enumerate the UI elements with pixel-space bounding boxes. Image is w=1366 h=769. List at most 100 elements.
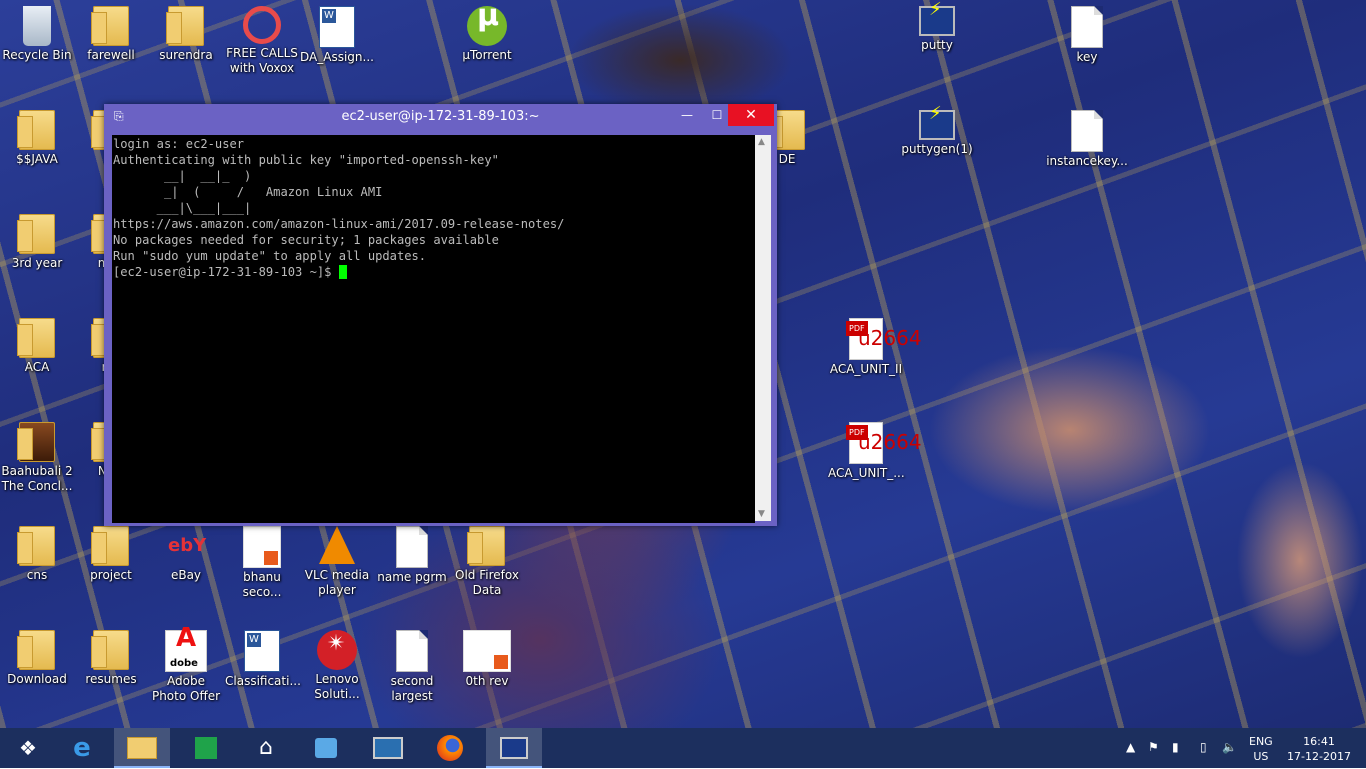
folder-icon: [166, 6, 204, 46]
desktop-icon-download[interactable]: Download: [0, 624, 74, 687]
scroll-down-arrow-icon[interactable]: ▼: [758, 509, 765, 519]
show-hidden-icons-chevron-icon[interactable]: ▲: [1126, 740, 1135, 754]
desktop-icon-name-pgrm[interactable]: name pgrm: [375, 520, 449, 585]
vlc-cone-icon: [319, 526, 355, 564]
desktop-icon-second-largest[interactable]: second largest: [375, 624, 449, 704]
language-code: ENG: [1249, 735, 1273, 748]
network-signal-icon[interactable]: ▮: [1172, 740, 1179, 754]
desktop[interactable]: Recycle Bin $$JAVA 3rd year ACA Baahubal…: [0, 0, 1366, 728]
icon-label: instancekey...: [1046, 154, 1128, 168]
window-titlebar[interactable]: ⎘ ec2-user@ip-172-31-89-103:~ — ☐ ✕: [104, 104, 777, 130]
taskbar-internet-explorer[interactable]: e: [54, 728, 110, 768]
desktop-icon-project[interactable]: project: [74, 520, 148, 583]
icon-label: ACA_UNIT_...: [828, 466, 905, 480]
desktop-icon-aca[interactable]: ACA: [0, 312, 74, 375]
voxox-icon: [243, 6, 281, 44]
desktop-icon-classification[interactable]: Classificati...: [225, 624, 301, 689]
desktop-icon-utorrent[interactable]: µTorrent: [450, 0, 524, 63]
taskbar-firefox[interactable]: [422, 728, 478, 768]
desktop-icon-free-calls-voxox[interactable]: FREE CALLS with Voxox: [225, 0, 299, 76]
minimize-button[interactable]: —: [670, 104, 704, 126]
desktop-icon-putty[interactable]: putty: [900, 0, 974, 53]
icon-label: project: [90, 568, 132, 582]
firefox-icon: [437, 735, 463, 761]
icon-label: µTorrent: [462, 48, 512, 62]
icon-label: name pgrm: [377, 570, 447, 584]
desktop-icon-da-assign[interactable]: DA_Assign...: [300, 0, 374, 65]
icon-label: VLC media player: [304, 568, 370, 597]
adobe-wordmark: dobe: [170, 658, 198, 669]
folder-icon: [91, 526, 129, 566]
desktop-icon-baahubali[interactable]: Baahubali 2 The Concl...: [0, 416, 74, 494]
input-language-indicator[interactable]: ENG US: [1249, 734, 1273, 764]
close-button[interactable]: ✕: [728, 104, 774, 126]
puttygen-icon: [919, 106, 955, 140]
folder-icon: [17, 526, 55, 566]
taskbar-lenovo-monitor[interactable]: [360, 728, 416, 768]
console-line: ___|\___|___|: [113, 201, 252, 215]
ebay-icon: ebY: [168, 535, 207, 556]
taskbar-putty[interactable]: [486, 728, 542, 768]
desktop-icon-instancekey[interactable]: instancekey...: [1044, 104, 1130, 169]
volume-icon[interactable]: 🔈: [1222, 740, 1237, 754]
desktop-icon-adobe-photo-offer[interactable]: dobe Adobe Photo Offer: [149, 624, 223, 704]
icon-label: Classificati...: [225, 674, 301, 688]
folder-icon: [17, 630, 55, 670]
icon-label: farewell: [87, 48, 135, 62]
icon-label: second largest: [390, 674, 434, 703]
pdf-icon: [846, 422, 922, 464]
desktop-icon-aca-unit-dots[interactable]: ACA_UNIT_...: [828, 416, 922, 481]
system-clock[interactable]: 16:41 17-12-2017: [1284, 734, 1354, 764]
desktop-icon-3rd-year[interactable]: 3rd year: [0, 208, 74, 271]
battery-icon[interactable]: ▯: [1200, 740, 1207, 754]
folder-icon: [91, 630, 129, 670]
console-line: __| __|_ ): [113, 169, 252, 183]
desktop-icon-bhanu[interactable]: bhanu seco...: [225, 520, 299, 600]
desktop-icon-cns[interactable]: cns: [0, 520, 74, 583]
desktop-icon-0th-rev[interactable]: 0th rev: [450, 624, 524, 689]
taskbar: ❖ e ⌂ ▲ ⚑ ▮ ▯ 🔈 ENG US 16:41 17-12-2017: [0, 728, 1366, 768]
document-thumbnail-icon: [243, 526, 281, 568]
internet-explorer-icon: e: [73, 733, 91, 763]
start-button[interactable]: ❖: [0, 728, 56, 768]
icon-label: ACA_UNIT_II: [829, 362, 903, 376]
desktop-icon-resumes[interactable]: resumes: [74, 624, 148, 687]
recycle-bin-icon: [23, 6, 51, 46]
file-icon: [1071, 110, 1103, 152]
desktop-icon-vlc[interactable]: VLC media player: [300, 520, 374, 598]
icon-label: ACA: [24, 360, 50, 374]
icon-label: FREE CALLS with Voxox: [226, 46, 298, 75]
console-line: Authenticating with public key "imported…: [113, 153, 499, 167]
icon-label: cns: [26, 568, 48, 582]
folder-icon: [17, 110, 55, 150]
file-explorer-icon: [127, 737, 157, 759]
taskbar-store[interactable]: [178, 728, 234, 768]
desktop-icon-aca-unit-ii[interactable]: ACA_UNIT_II: [828, 312, 922, 377]
desktop-icon-farewell[interactable]: farewell: [74, 0, 148, 63]
console-line: Run "sudo yum update" to apply all updat…: [113, 249, 427, 263]
terminal-console[interactable]: login as: ec2-user Authenticating with pu…: [112, 135, 755, 523]
text-cursor: [338, 265, 347, 279]
desktop-icon-old-firefox-data[interactable]: Old Firefox Data: [450, 520, 524, 598]
taskbar-home[interactable]: ⌂: [238, 728, 294, 768]
desktop-icon-recycle-bin[interactable]: Recycle Bin: [0, 0, 74, 63]
word-document-icon: [319, 6, 355, 48]
taskbar-file-explorer[interactable]: [114, 728, 170, 768]
desktop-icon-key[interactable]: key: [1050, 0, 1124, 65]
desktop-icon-sjava[interactable]: $$JAVA: [0, 104, 74, 167]
icon-label: $$JAVA: [16, 152, 58, 166]
desktop-icon-surendra[interactable]: surendra: [149, 0, 223, 63]
desktop-icon-puttygen[interactable]: puttygen(1): [900, 104, 974, 157]
taskbar-shopping[interactable]: [298, 728, 354, 768]
folder-icon: [17, 318, 55, 358]
putty-window[interactable]: ⎘ ec2-user@ip-172-31-89-103:~ — ☐ ✕ logi…: [104, 104, 777, 526]
icon-label: Adobe Photo Offer: [151, 674, 221, 703]
desktop-icon-lenovo[interactable]: Lenovo Soluti...: [300, 624, 374, 702]
console-line: _| ( / Amazon Linux AMI: [113, 185, 383, 199]
vertical-scrollbar[interactable]: ▲ ▼: [755, 135, 771, 521]
action-center-flag-icon[interactable]: ⚑: [1148, 740, 1159, 754]
utorrent-icon: [467, 6, 507, 46]
desktop-icon-ebay[interactable]: ebY eBay: [149, 520, 223, 583]
scroll-up-arrow-icon[interactable]: ▲: [758, 137, 765, 147]
clock-date: 17-12-2017: [1287, 750, 1351, 763]
